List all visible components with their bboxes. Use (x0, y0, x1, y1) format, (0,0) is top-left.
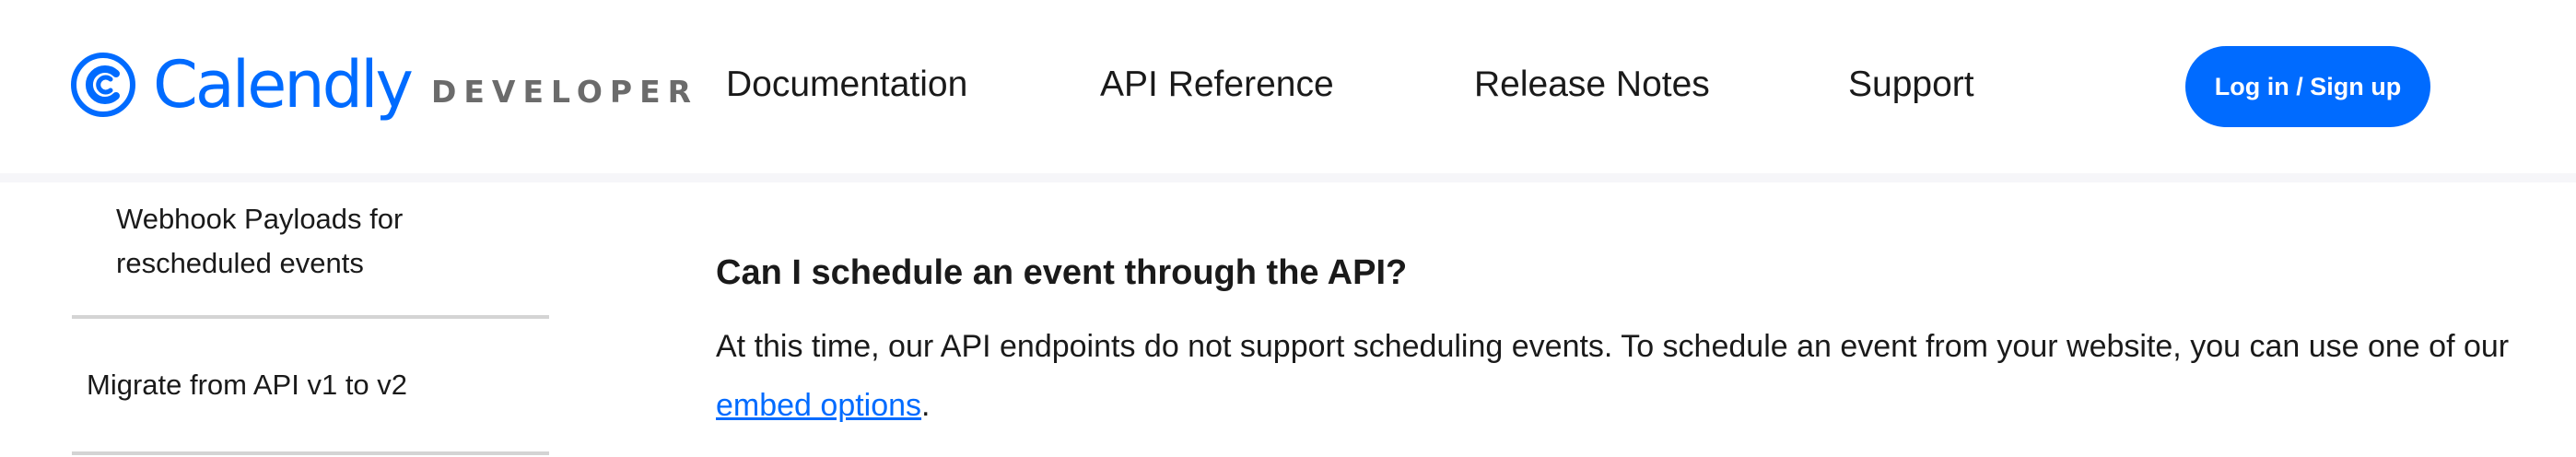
login-signup-button[interactable]: Log in / Sign up (2185, 46, 2430, 127)
sidebar-divider (72, 315, 549, 319)
nav-support[interactable]: Support (1848, 59, 1974, 111)
nav-release-notes[interactable]: Release Notes (1474, 59, 1710, 111)
sidebar-item-migrate-api[interactable]: Migrate from API v1 to v2 (87, 365, 407, 405)
nav-api-reference[interactable]: API Reference (1100, 59, 1334, 111)
sidebar-divider (72, 451, 549, 455)
faq-question: Can I schedule an event through the API? (716, 253, 1408, 292)
calendly-developer-logo[interactable]: Calendly DEVELOPER (70, 39, 698, 131)
logo-wordmark: Calendly (153, 47, 414, 123)
embed-options-link[interactable]: embed options (716, 388, 921, 423)
logo-developer-label: DEVELOPER (430, 73, 699, 110)
sidebar-item-webhook-payloads-rescheduled[interactable]: Webhook Payloads for rescheduled events (116, 197, 540, 286)
faq-answer-text: At this time, our API endpoints do not s… (716, 329, 2510, 364)
calendly-logo-icon (71, 53, 135, 117)
nav-documentation[interactable]: Documentation (726, 59, 967, 111)
faq-answer: At this time, our API endpoints do not s… (716, 317, 2522, 435)
faq-answer-end: . (921, 388, 931, 423)
site-header: Calendly DEVELOPER Documentation API Ref… (0, 0, 2576, 182)
